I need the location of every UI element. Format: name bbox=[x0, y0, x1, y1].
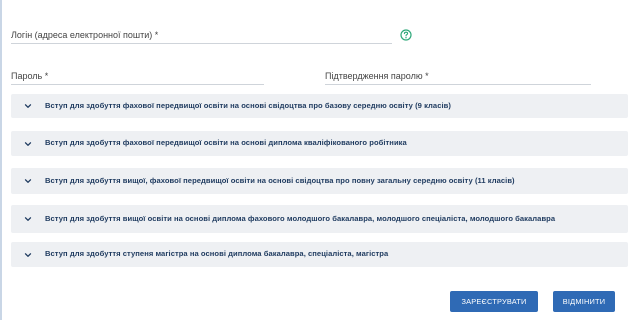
cancel-button[interactable]: Відмінити bbox=[553, 291, 615, 312]
chevron-down-icon bbox=[24, 252, 32, 257]
question-circle-icon[interactable] bbox=[400, 29, 412, 41]
accordion-title: Вступ для здобуття фахової передвищої ос… bbox=[45, 100, 451, 110]
login-label: Логін (адреса електронної пошти) * bbox=[11, 30, 159, 40]
accordion-item-11-classes[interactable]: Вступ для здобуття вищої, фахової передв… bbox=[11, 168, 628, 194]
confirm-password-label: Підтвердження паролю * bbox=[325, 71, 429, 81]
accordion-title: Вступ для здобуття вищої, фахової передв… bbox=[45, 175, 515, 185]
accordion-item-master[interactable]: Вступ для здобуття ступеня магістра на о… bbox=[11, 242, 628, 267]
chevron-down-icon bbox=[24, 141, 32, 146]
chevron-down-icon bbox=[24, 217, 32, 221]
accordion-title: Вступ для здобуття фахової передвищої ос… bbox=[45, 138, 407, 148]
accordion-title: Вступ для здобуття вищої освіти на основ… bbox=[45, 213, 556, 223]
accordion-item-9-classes[interactable]: Вступ для здобуття фахової передвищої ос… bbox=[11, 94, 628, 118]
accordion-item-qualified-worker[interactable]: Вступ для здобуття фахової передвищої ос… bbox=[11, 131, 628, 156]
register-button[interactable]: Зареєструвати bbox=[450, 291, 538, 312]
accordion-title: Вступ для здобуття ступеня магістра на о… bbox=[45, 249, 389, 259]
left-border bbox=[0, 0, 2, 320]
login-input[interactable] bbox=[11, 43, 392, 44]
confirm-password-input[interactable] bbox=[325, 84, 591, 85]
chevron-down-icon bbox=[24, 104, 32, 108]
accordion-item-junior-bachelor[interactable]: Вступ для здобуття вищої освіти на основ… bbox=[11, 205, 628, 233]
chevron-down-icon bbox=[24, 179, 32, 183]
password-label: Пароль * bbox=[11, 71, 49, 81]
password-input[interactable] bbox=[11, 84, 264, 85]
